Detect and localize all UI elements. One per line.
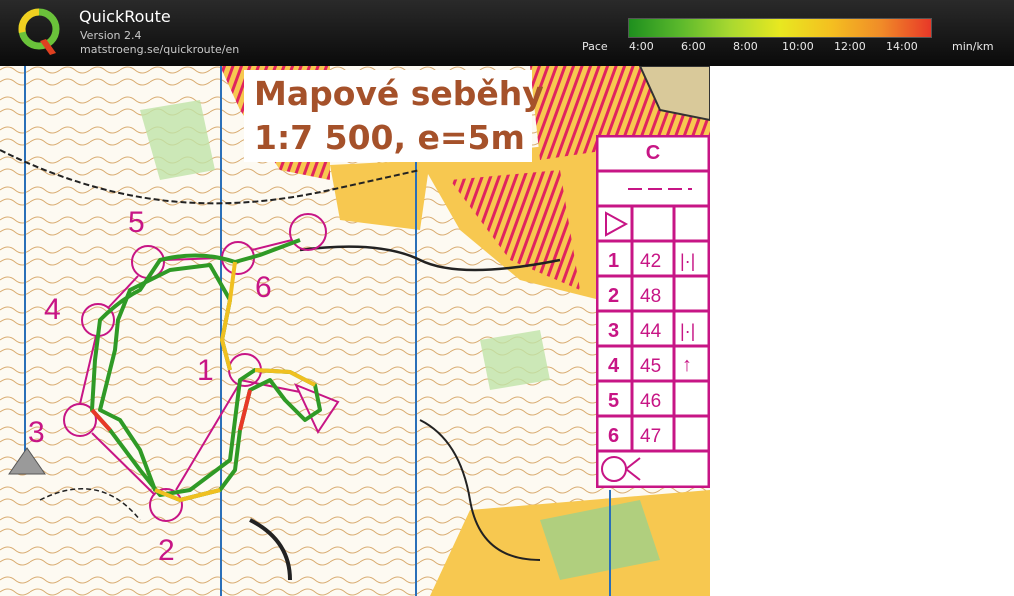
control-row-symbol: |·| <box>680 251 696 271</box>
control-row-number: 5 <box>608 390 620 412</box>
control-description-sheet: C 1 42 |·| 2 48 3 44 |·| 4 45 ↑ 5 46 6 4… <box>596 135 710 488</box>
control-number: 2 <box>158 534 175 567</box>
app-header: QuickRoute Version 2.4 matstroeng.se/qui… <box>0 0 1014 66</box>
control-row-code: 46 <box>640 391 662 412</box>
empty-panel <box>710 66 1014 596</box>
map-title-box: Mapové seběhy 1:7 500, e=5m <box>244 70 544 162</box>
control-number: 6 <box>255 271 272 304</box>
control-row-number: 3 <box>608 320 620 342</box>
pace-tick: 4:00 <box>629 40 654 53</box>
control-row-number: 1 <box>608 250 620 272</box>
control-row-code: 47 <box>640 426 662 447</box>
control-row-number: 2 <box>608 285 620 307</box>
pace-tick: 12:00 <box>834 40 866 53</box>
control-row-number: 4 <box>608 355 620 377</box>
vegetation <box>480 330 550 390</box>
pace-tick: 6:00 <box>681 40 706 53</box>
control-row-symbol: ↑ <box>682 354 692 376</box>
pace-color-bar <box>628 18 932 38</box>
control-row-number: 6 <box>608 425 620 447</box>
app-title: QuickRoute <box>79 7 171 26</box>
pace-tick: 8:00 <box>733 40 758 53</box>
course-code: C <box>645 142 661 164</box>
control-number: 4 <box>44 293 61 326</box>
pace-tick: 14:00 <box>886 40 918 53</box>
control-row-code: 42 <box>640 251 662 272</box>
control-row-code: 44 <box>640 321 662 342</box>
pace-label: Pace <box>582 40 608 53</box>
control-row-code: 48 <box>640 286 662 307</box>
pace-unit: min/km <box>952 40 994 53</box>
map-title: Mapové seběhy <box>254 74 544 113</box>
quickroute-logo-icon <box>18 8 60 55</box>
pace-tick: 10:00 <box>782 40 814 53</box>
app-version: Version 2.4 <box>80 29 142 42</box>
control-number: 3 <box>28 416 45 449</box>
map-scale: 1:7 500, e=5m <box>254 118 525 157</box>
control-row-code: 45 <box>640 356 662 377</box>
control-number: 5 <box>128 206 145 239</box>
app-url[interactable]: matstroeng.se/quickroute/en <box>80 43 239 56</box>
control-number: 1 <box>197 354 214 387</box>
control-row-symbol: |·| <box>680 321 696 341</box>
